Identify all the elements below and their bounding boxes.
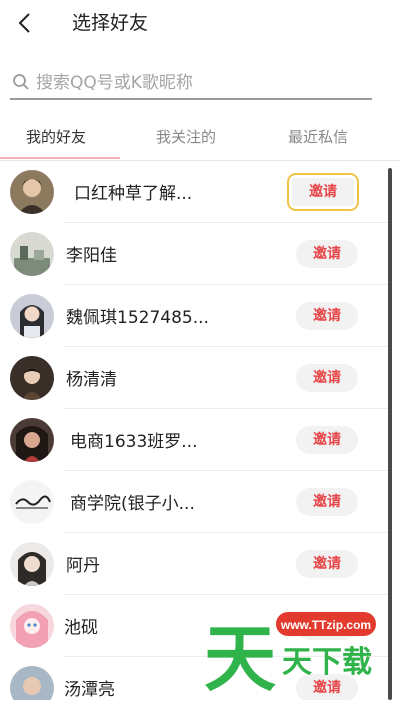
invite-button[interactable]: 邀请 [296, 364, 358, 392]
avatar [10, 542, 54, 586]
friend-name: 杨清清 [66, 370, 117, 390]
invite-button[interactable]: 邀请 [296, 488, 358, 516]
watermark-logo-glyph: 天 [204, 617, 276, 700]
top-bar: 选择好友 [0, 0, 400, 48]
avatar [10, 666, 54, 700]
tab-recent-messages[interactable]: 最近私信 [288, 126, 348, 147]
friend-name: 汤潭亮 [64, 680, 115, 700]
site-watermark: www.TTzip.com 天 天下载 [200, 600, 400, 701]
search-input[interactable] [34, 68, 368, 98]
avatar [10, 356, 54, 400]
friend-name: 池砚 [64, 618, 98, 638]
active-tab-indicator [0, 157, 120, 159]
list-item[interactable]: 李阳佳 邀请 [0, 223, 392, 285]
list-item[interactable]: 魏佩琪1527485... 邀请 [0, 285, 392, 347]
friend-name: 魏佩琪1527485... [66, 308, 209, 328]
invite-button[interactable]: 邀请 [287, 173, 359, 211]
invite-button[interactable]: 邀请 [296, 426, 358, 454]
friend-name: 口红种草了解... [74, 184, 193, 204]
list-item[interactable]: 商学院(银子小... 邀请 [0, 471, 392, 533]
back-arrow-icon[interactable] [12, 10, 38, 36]
invite-button[interactable]: 邀请 [296, 550, 358, 578]
tab-bar: 我的好友 我关注的 最近私信 [0, 112, 400, 161]
list-item[interactable]: 口红种草了解... 邀请 [0, 161, 392, 223]
watermark-text: 天下载 [282, 645, 372, 680]
list-item[interactable]: 阿丹 邀请 [0, 533, 392, 595]
search-bar[interactable] [10, 66, 372, 100]
tab-following[interactable]: 我关注的 [156, 126, 216, 147]
avatar [10, 294, 54, 338]
search-icon [13, 74, 29, 90]
avatar [10, 480, 54, 524]
list-item[interactable]: 电商1633班罗... 邀请 [0, 409, 392, 471]
page-title: 选择好友 [72, 12, 149, 34]
tab-my-friends[interactable]: 我的好友 [26, 126, 86, 147]
avatar [10, 170, 54, 214]
friend-name: 商学院(银子小... [70, 494, 195, 514]
list-item[interactable]: 杨清清 邀请 [0, 347, 392, 409]
invite-button[interactable]: 邀请 [296, 302, 358, 330]
invite-button[interactable]: 邀请 [296, 240, 358, 268]
friend-name: 阿丹 [66, 556, 100, 576]
friend-name: 电商1633班罗... [70, 432, 198, 452]
avatar [10, 418, 54, 462]
avatar [10, 232, 54, 276]
avatar [10, 604, 54, 648]
watermark-url: www.TTzip.com [280, 618, 371, 632]
friend-name: 李阳佳 [66, 246, 117, 266]
